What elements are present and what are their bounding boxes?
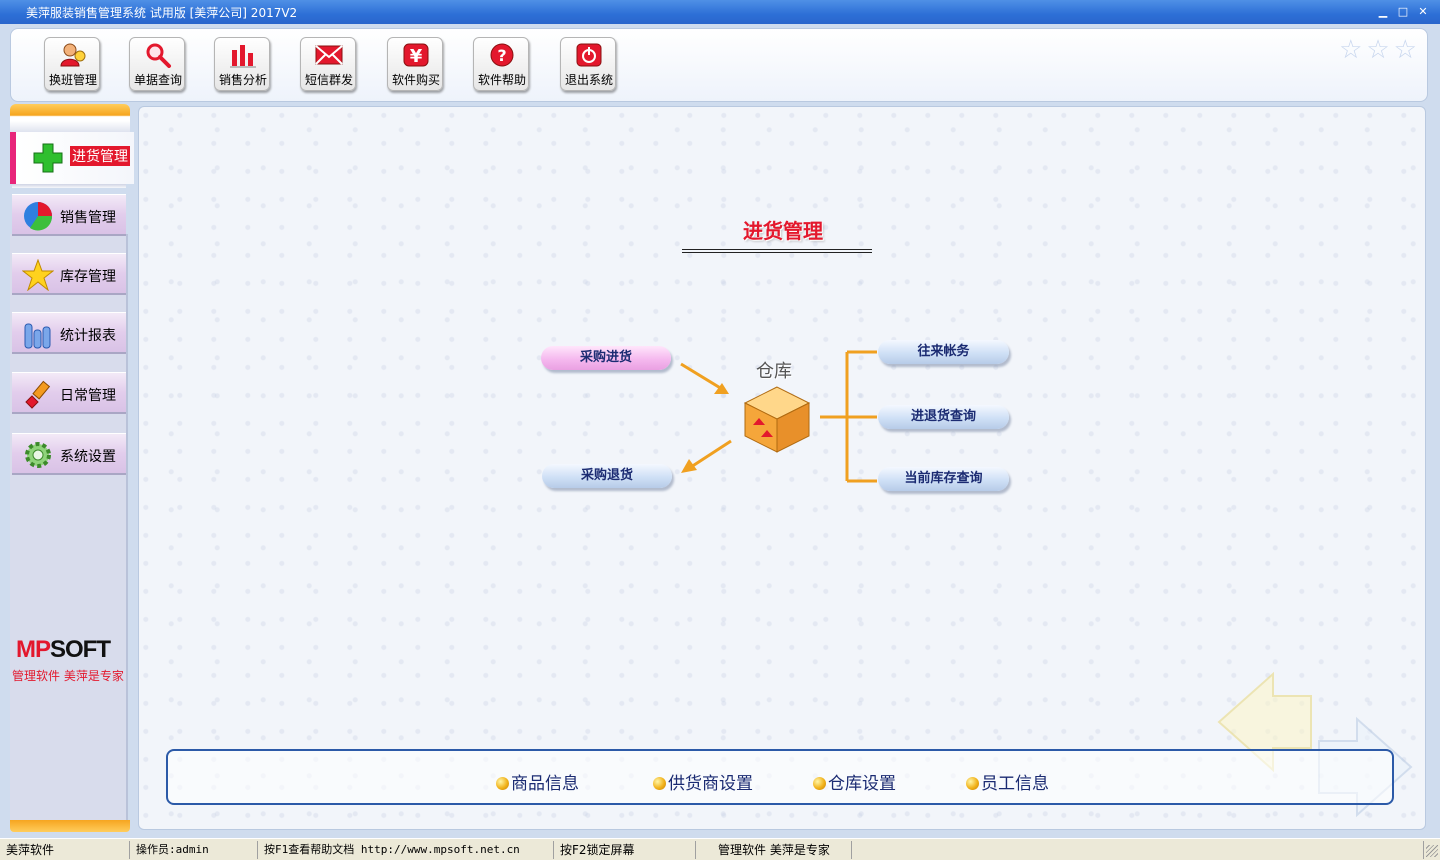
sales-analysis-label: 销售分析 [218, 73, 267, 87]
sidebar-item-purchase-management[interactable]: 进货管理 [10, 132, 134, 184]
status-operator: 操作员:admin [132, 841, 258, 859]
status-company: 美萍软件 [2, 841, 130, 859]
exit-system-button[interactable]: 退出系统 [560, 37, 616, 91]
sidebar-item-daily-management[interactable]: 日常管理 [12, 372, 126, 414]
sidebar-item-inventory-management[interactable]: 库存管理 [12, 253, 126, 295]
status-bar: 美萍软件 操作员:admin 按F1查看帮助文档 http://www.mpso… [0, 838, 1440, 860]
envelope-icon [315, 45, 343, 65]
sms-broadcast-label: 短信群发 [304, 73, 353, 87]
user-switch-icon [60, 43, 86, 67]
branch-connector [820, 350, 877, 483]
staff-info-link[interactable]: 员工信息 [966, 769, 1049, 794]
bullet-icon [496, 777, 509, 790]
minimize-button[interactable]: ▁ [1374, 3, 1392, 21]
sidebar-divider [12, 184, 126, 188]
mpsoft-logo: MPSOFT [16, 636, 111, 663]
window-title: 美萍服装销售管理系统 试用版 [美萍公司] 2017V2 [26, 6, 298, 20]
shift-management-label: 换班管理 [48, 73, 97, 87]
buy-software-button[interactable]: ¥ 软件购买 [387, 37, 443, 91]
software-help-button[interactable]: ? 软件帮助 [473, 37, 529, 91]
maximize-button[interactable]: □ [1394, 3, 1412, 21]
status-lock-hint: 按F2锁定屏幕 [556, 841, 696, 859]
exit-system-label: 退出系统 [564, 73, 613, 87]
sidebar-top-cap [10, 104, 130, 132]
warehouse-box-icon [743, 386, 811, 453]
svg-text:¥: ¥ [410, 46, 423, 67]
sidebar-active-label: 进货管理 [70, 146, 130, 166]
purchase-return-button[interactable]: 采购退货 [542, 464, 672, 488]
bar-stats-icon [24, 323, 51, 349]
quick-links-bar: 商品信息 供货商设置 仓库设置 员工信息 [166, 749, 1394, 805]
purchase-return-query-button[interactable]: 进退货查询 [878, 405, 1009, 429]
sidebar-item-label: 销售管理 [60, 210, 116, 226]
bullet-icon [966, 777, 979, 790]
sidebar-bottom-cap [10, 820, 130, 832]
supplier-settings-link[interactable]: 供货商设置 [653, 769, 753, 794]
green-plus-icon [33, 143, 63, 173]
sidebar-item-system-settings[interactable]: 系统设置 [12, 433, 126, 475]
purchase-return-arrow-icon [681, 439, 732, 473]
current-stock-query-button[interactable]: 当前库存查询 [878, 467, 1009, 491]
software-help-label: 软件帮助 [477, 73, 526, 87]
bullet-icon [813, 777, 826, 790]
bullet-icon [653, 777, 666, 790]
sidebar-item-label: 日常管理 [60, 388, 116, 404]
status-help-hint: 按F1查看帮助文档 http://www.mpsoft.net.cn [260, 841, 554, 859]
shift-management-button[interactable]: 换班管理 [44, 37, 100, 91]
purchase-in-button[interactable]: 采购进货 [541, 346, 671, 370]
yen-icon: ¥ [403, 43, 429, 67]
gear-icon [25, 442, 51, 468]
magnifier-icon [146, 43, 171, 68]
svg-text:?: ? [497, 46, 506, 65]
sidebar-item-label: 库存管理 [60, 269, 116, 285]
document-query-label: 单据查询 [133, 73, 182, 87]
product-info-link[interactable]: 商品信息 [496, 769, 579, 794]
warehouse-label: 仓库 [756, 361, 792, 382]
close-button[interactable]: ✕ [1414, 3, 1432, 21]
resize-grip-icon[interactable] [1426, 845, 1438, 857]
sidebar: 进货管理 销售管理 库存管理 统计报表 日常管理 系统设置 MPSOFT 管理软… [10, 104, 134, 832]
accounts-button[interactable]: 往来帐务 [878, 340, 1009, 364]
sidebar-tagline: 管理软件 美萍是专家 [12, 669, 124, 683]
bar-chart-icon [230, 45, 256, 68]
status-tagline: 管理软件 美萍是专家 [698, 841, 852, 859]
status-empty-cell [854, 841, 1424, 859]
main-panel: 进货管理 仓库 采购进货 采购退货 往来帐务 进退货查询 当前库存查询 商品信息… [138, 106, 1426, 830]
sales-analysis-button[interactable]: 销售分析 [214, 37, 270, 91]
toolbar: ☆☆☆ 换班管理 单据查询 销售分析 短信群发 ¥ 软件购买 ? 软件帮助 退出… [10, 28, 1428, 102]
power-icon [576, 43, 602, 67]
pie-chart-icon [24, 202, 53, 231]
question-icon: ? [490, 43, 514, 67]
sidebar-item-statistics-report[interactable]: 统计报表 [12, 312, 126, 354]
warehouse-settings-link[interactable]: 仓库设置 [813, 769, 896, 794]
stars-decoration-icon: ☆☆☆ [1339, 35, 1421, 65]
sms-broadcast-button[interactable]: 短信群发 [300, 37, 356, 91]
purchase-in-arrow-icon [680, 362, 729, 394]
sidebar-item-label: 系统设置 [60, 449, 116, 465]
sidebar-item-sales-management[interactable]: 销售管理 [12, 194, 126, 236]
document-query-button[interactable]: 单据查询 [129, 37, 185, 91]
sidebar-item-label: 统计报表 [60, 328, 116, 344]
star-icon [22, 259, 54, 291]
title-bar: 美萍服装销售管理系统 试用版 [美萍公司] 2017V2 ▁ □ ✕ [0, 0, 1440, 24]
brush-icon [25, 380, 51, 409]
buy-software-label: 软件购买 [391, 73, 440, 87]
